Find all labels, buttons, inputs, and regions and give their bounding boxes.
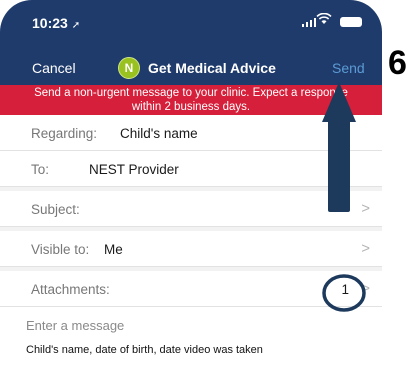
status-bar: 10:23 ➚ [0, 0, 382, 50]
location-arrow-icon: ➚ [71, 20, 81, 31]
message-input[interactable]: Enter a message [26, 318, 124, 333]
signal-icon [302, 18, 316, 27]
status-time: 10:23 ➚ [32, 15, 80, 31]
chevron-right-icon: > [361, 280, 370, 297]
regarding-row[interactable]: Regarding: Child's name [0, 115, 382, 151]
attachments-count: 1 [341, 282, 349, 297]
phone-screen: 10:23 ➚ Cancel N Get Medical Advice Send… [0, 0, 382, 366]
status-time-text: 10:23 [32, 15, 68, 31]
send-button[interactable]: Send [332, 60, 365, 76]
nav-bar: Cancel N Get Medical Advice Send [0, 50, 382, 85]
notice-banner: Send a non-urgent message to your clinic… [0, 85, 382, 115]
to-row[interactable]: To: NEST Provider [0, 151, 382, 187]
regarding-value: Child's name [120, 126, 198, 141]
wifi-icon [316, 13, 332, 24]
page-title-text: Get Medical Advice [148, 60, 276, 76]
attachments-row[interactable]: Attachments: 1 > [0, 271, 382, 307]
message-body-text: Child's name, date of birth, date video … [26, 344, 263, 356]
to-label: To: [31, 162, 50, 177]
subject-label: Subject: [31, 202, 80, 217]
to-value: NEST Provider [89, 162, 179, 177]
visible-to-value: Me [104, 242, 123, 257]
chevron-right-icon: > [361, 240, 370, 257]
notice-line-2: within 2 business days. [131, 101, 251, 113]
attachments-label: Attachments: [31, 282, 110, 297]
page-title: N Get Medical Advice [118, 57, 276, 79]
visible-to-row[interactable]: Visible to: Me > [0, 231, 382, 267]
battery-icon [340, 17, 362, 27]
chevron-right-icon: > [361, 200, 370, 217]
regarding-label: Regarding: [31, 126, 98, 141]
avatar: N [118, 57, 140, 79]
cancel-button[interactable]: Cancel [32, 60, 76, 76]
notice-line-1: Send a non-urgent message to your clinic… [34, 87, 348, 99]
subject-row[interactable]: Subject: > [0, 191, 382, 227]
step-number-annotation: 6 [388, 44, 407, 82]
visible-to-label: Visible to: [31, 242, 90, 257]
